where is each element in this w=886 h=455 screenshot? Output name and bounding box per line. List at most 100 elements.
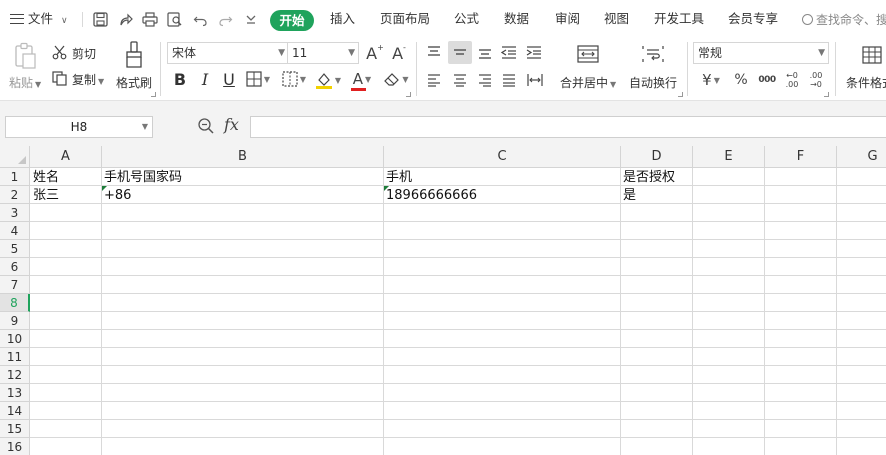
file-menu[interactable]: 文件 ∨ <box>10 0 68 38</box>
thousands-separator-icon[interactable]: 000 <box>757 70 777 90</box>
increase-decimal-icon[interactable]: ←0 .00 <box>782 68 802 92</box>
decrease-indent-icon[interactable] <box>499 42 519 62</box>
row-header[interactable]: 2 <box>0 186 30 204</box>
cell-style-icon[interactable]: ▼ <box>280 70 308 88</box>
format-painter-icon[interactable] <box>121 40 147 70</box>
cell-c1[interactable]: 手机 <box>384 169 619 187</box>
cell-d1[interactable]: 是否授权 <box>621 169 691 187</box>
tab-developer[interactable]: 开发工具 <box>654 0 704 38</box>
copy-button[interactable]: 复制 ▼ <box>52 71 104 90</box>
paste-button[interactable]: 粘贴 ▼ <box>9 74 41 91</box>
wrap-text-button[interactable]: 自动换行 <box>629 74 677 91</box>
row-header[interactable]: 13 <box>0 384 30 402</box>
clear-format-icon[interactable]: ▼ <box>382 70 410 88</box>
select-all-button[interactable] <box>0 146 30 168</box>
align-left-icon[interactable] <box>424 70 444 90</box>
number-group-launcher[interactable] <box>824 92 829 97</box>
cell-a1[interactable]: 姓名 <box>31 169 101 187</box>
font-size-select[interactable]: 11 ▼ <box>287 42 359 64</box>
row-header[interactable]: 5 <box>0 240 30 258</box>
row-header[interactable]: 15 <box>0 420 30 438</box>
cell-b1[interactable]: 手机号国家码 <box>102 169 382 187</box>
row-header[interactable]: 14 <box>0 402 30 420</box>
row-header[interactable]: 16 <box>0 438 30 455</box>
command-search[interactable]: 查找命令、搜 <box>802 11 886 29</box>
tab-review[interactable]: 审阅 <box>555 0 580 38</box>
print-preview-icon[interactable] <box>166 10 184 28</box>
tab-member[interactable]: 会员专享 <box>728 0 778 38</box>
row-header[interactable]: 12 <box>0 366 30 384</box>
column-header-c[interactable]: C <box>384 146 621 168</box>
align-bottom-icon[interactable] <box>475 42 495 62</box>
distributed-align-icon[interactable] <box>524 70 546 90</box>
tab-home[interactable]: 开始 <box>270 10 314 31</box>
clipboard-group-launcher[interactable] <box>151 92 156 97</box>
zoom-icon[interactable] <box>197 117 217 137</box>
tab-formulas[interactable]: 公式 <box>454 0 479 38</box>
currency-format-icon[interactable]: ¥ ▼ <box>698 70 724 90</box>
conditional-format-icon[interactable] <box>860 44 884 66</box>
row-header[interactable]: 6 <box>0 258 30 276</box>
align-center-icon[interactable] <box>450 70 470 90</box>
row-header[interactable]: 1 <box>0 168 30 186</box>
alignment-group-launcher[interactable] <box>678 92 683 97</box>
number-format-select[interactable]: 常规 ▼ <box>693 42 829 64</box>
wrap-text-icon[interactable] <box>640 42 666 66</box>
insert-function-button[interactable]: fx <box>224 115 239 134</box>
fill-color-icon[interactable]: ▼ <box>313 70 343 90</box>
column-header-b[interactable]: B <box>102 146 384 168</box>
column-header-e[interactable]: E <box>693 146 765 168</box>
row-header[interactable]: 7 <box>0 276 30 294</box>
align-top-icon[interactable] <box>424 42 444 62</box>
error-indicator-icon[interactable] <box>384 186 389 191</box>
increase-indent-icon[interactable] <box>524 42 544 62</box>
row-header[interactable]: 3 <box>0 204 30 222</box>
italic-icon[interactable]: I <box>197 70 213 89</box>
column-header-f[interactable]: F <box>765 146 837 168</box>
cell-c2[interactable]: 18966666666 <box>384 187 619 205</box>
formula-input[interactable] <box>250 116 886 138</box>
justify-icon[interactable] <box>499 70 519 90</box>
paste-icon[interactable] <box>12 41 38 71</box>
cut-button[interactable]: 剪切 <box>52 45 96 64</box>
chevron-down-icon[interactable]: ▼ <box>142 117 148 137</box>
error-indicator-icon[interactable] <box>102 186 107 191</box>
cell-d2[interactable]: 是 <box>621 187 691 205</box>
percent-format-icon[interactable]: % <box>732 70 750 90</box>
column-header-g[interactable]: G <box>837 146 886 168</box>
redo-icon[interactable] <box>216 10 234 28</box>
row-header[interactable]: 4 <box>0 222 30 240</box>
column-header-d[interactable]: D <box>621 146 693 168</box>
row-header[interactable]: 9 <box>0 312 30 330</box>
export-pdf-icon[interactable] <box>116 10 134 28</box>
tab-page-layout[interactable]: 页面布局 <box>380 0 430 38</box>
print-icon[interactable] <box>141 10 159 28</box>
font-color-icon[interactable]: A ▼ <box>348 69 376 91</box>
undo-icon[interactable] <box>191 10 209 28</box>
cell-a2[interactable]: 张三 <box>31 187 101 205</box>
more-chevron-icon[interactable] <box>242 10 260 28</box>
row-header-active[interactable]: 8 <box>0 294 30 312</box>
increase-font-icon[interactable]: A + <box>366 43 384 63</box>
format-painter-button[interactable]: 格式刷 <box>116 74 152 91</box>
name-box[interactable]: H8 ▼ <box>5 116 153 138</box>
merge-center-button[interactable]: 合并居中 ▼ <box>560 74 616 91</box>
underline-icon[interactable]: U <box>221 70 237 89</box>
conditional-format-button[interactable]: 条件格式 <box>846 74 886 91</box>
bold-icon[interactable]: B <box>172 70 188 89</box>
decrease-decimal-icon[interactable]: .00 →0 <box>806 68 826 92</box>
align-right-icon[interactable] <box>475 70 495 90</box>
column-header-a[interactable]: A <box>30 146 102 168</box>
row-header[interactable]: 11 <box>0 348 30 366</box>
spreadsheet-grid[interactable]: A B C D E F G 1 2 3 4 5 6 7 8 9 10 11 12… <box>0 146 886 455</box>
decrease-font-icon[interactable]: A- <box>390 43 408 63</box>
tab-view[interactable]: 视图 <box>604 0 629 38</box>
tab-insert[interactable]: 插入 <box>330 0 355 38</box>
row-header[interactable]: 10 <box>0 330 30 348</box>
save-icon[interactable] <box>91 10 109 28</box>
tab-data[interactable]: 数据 <box>504 0 529 38</box>
font-name-select[interactable]: 宋体 ▼ <box>167 42 289 64</box>
align-middle-icon[interactable] <box>448 41 472 64</box>
cell-b2[interactable]: +86 <box>102 187 382 205</box>
font-group-launcher[interactable] <box>406 92 411 97</box>
